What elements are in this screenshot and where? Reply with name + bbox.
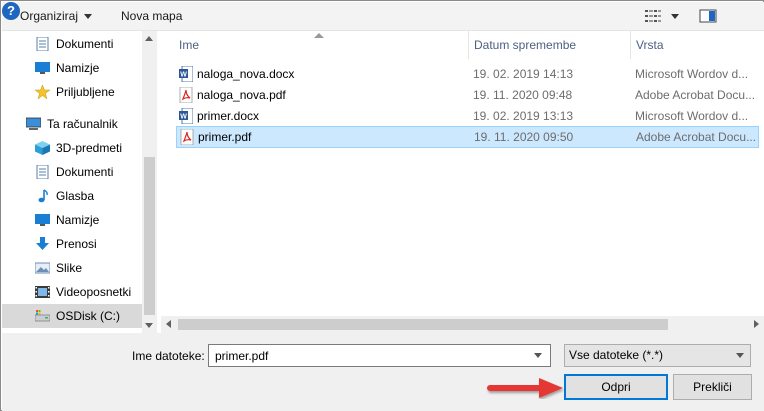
document-icon (36, 37, 49, 51)
nav-scrollbar[interactable] (142, 31, 157, 333)
drive-icon (35, 310, 50, 322)
nav-item-label: Glasba (56, 189, 95, 203)
nav-item-videoposnetki[interactable]: Videoposnetki (2, 280, 142, 304)
file-list: Ime Datum spremembe Vrsta W naloga_nova.… (161, 31, 764, 333)
nav-item-prenosi[interactable]: Prenosi (2, 232, 142, 256)
desktop-icon (35, 62, 50, 74)
new-folder-button[interactable]: Nova mapa (121, 2, 182, 31)
nav-item-slike[interactable]: Slike (2, 256, 142, 280)
nav-item-label: Namizje (56, 61, 100, 75)
scroll-right-arrow-icon[interactable] (754, 320, 759, 328)
svg-text:W: W (180, 114, 187, 121)
desktop-icon (35, 214, 50, 226)
open-button[interactable]: Odpri (564, 374, 668, 400)
open-file-dialog: Organiziraj Nova mapa ? Dokumenti Namizj… (0, 0, 764, 411)
filename-history-dropdown-icon[interactable] (534, 353, 542, 358)
sort-ascending-icon (314, 33, 324, 38)
scroll-up-arrow-icon[interactable] (145, 36, 153, 41)
nav-item-label: Ta računalnik (47, 117, 118, 131)
help-icon[interactable]: ? (2, 2, 20, 20)
scroll-left-arrow-icon[interactable] (166, 320, 171, 328)
video-icon (35, 286, 50, 298)
file-name: naloga_nova.pdf (197, 88, 286, 102)
column-header-date[interactable]: Datum spremembe (469, 31, 631, 59)
music-icon (38, 189, 48, 203)
file-type: Adobe Acrobat Docu... (636, 130, 757, 144)
filename-input[interactable] (208, 344, 551, 367)
download-icon (36, 237, 49, 250)
document-icon (36, 165, 49, 179)
nav-item-label: Videoposnetki (56, 285, 132, 299)
file-row[interactable]: W naloga_nova.docx 19. 02. 2019 14:13 Mi… (176, 63, 759, 85)
preview-pane-icon[interactable] (699, 8, 717, 24)
nav-item-dokumenti-quick[interactable]: Dokumenti (2, 32, 142, 56)
navigation-pane: Dokumenti Namizje Priljubljene Ta računa… (2, 31, 157, 333)
organize-button[interactable]: Organiziraj (20, 2, 93, 31)
nav-scroll-thumb[interactable] (144, 157, 155, 315)
file-list-horizontal-scrollbar[interactable] (161, 316, 764, 333)
file-row[interactable]: W primer.docx 19. 02. 2019 13:13 Microso… (176, 105, 759, 127)
nav-item-label: OSDisk (C:) (56, 309, 120, 323)
file-type: Microsoft Wordov d... (635, 67, 749, 81)
pdf-icon (180, 129, 194, 145)
nav-item-3d-predmeti[interactable]: 3D-predmeti (2, 136, 142, 160)
file-row[interactable]: naloga_nova.pdf 19. 11. 2020 09:48 Adobe… (176, 84, 759, 106)
filter-value: Vse datoteke (*.*) (569, 348, 664, 362)
file-type: Microsoft Wordov d... (635, 109, 749, 123)
filename-label: Ime datoteke: (132, 349, 205, 363)
file-name: naloga_nova.docx (197, 67, 295, 81)
column-header-type[interactable]: Vrsta (631, 31, 761, 59)
file-date: 19. 11. 2020 09:48 (473, 88, 573, 102)
nav-item-dokumenti[interactable]: Dokumenti (2, 160, 142, 184)
cancel-button[interactable]: Prekliči (673, 374, 752, 400)
nav-item-glasba[interactable]: Glasba (2, 184, 142, 208)
toolbar: Organiziraj Nova mapa ? (2, 2, 764, 31)
nav-item-priljubljene[interactable]: Priljubljene (2, 80, 142, 104)
star-icon (35, 85, 50, 99)
nav-item-label: Priljubljene (56, 85, 115, 99)
nav-item-label: Dokumenti (56, 37, 114, 51)
dialog-footer: Ime datoteke: Vse datoteke (*.*) Odpri P… (2, 333, 764, 411)
nav-item-ta-racunalnik[interactable]: Ta računalnik (2, 112, 142, 136)
nav-item-label: Namizje (56, 213, 100, 227)
scroll-down-arrow-icon[interactable] (145, 323, 153, 328)
nav-item-label: Prenosi (56, 237, 97, 251)
word-icon: W (179, 66, 193, 82)
file-date: 19. 11. 2020 09:50 (474, 130, 574, 144)
file-date: 19. 02. 2019 14:13 (473, 67, 574, 81)
cube-icon (35, 141, 50, 155)
nav-item-label: Slike (56, 261, 83, 275)
file-name: primer.docx (197, 109, 260, 123)
computer-icon (26, 117, 41, 130)
file-type-filter-select[interactable]: Vse datoteke (*.*) (564, 344, 751, 367)
organize-label: Organiziraj (20, 9, 79, 23)
red-arrow-annotation-icon (487, 378, 563, 398)
view-dropdown-icon[interactable] (671, 14, 679, 19)
file-type: Adobe Acrobat Docu... (635, 88, 756, 102)
chevron-down-icon (84, 14, 93, 20)
file-name: primer.pdf (198, 130, 252, 144)
chevron-down-icon (736, 353, 744, 358)
nav-item-namizje-quick[interactable]: Namizje (2, 56, 142, 80)
nav-item-osdisk[interactable]: OSDisk (C:) (2, 304, 142, 328)
nav-item-namizje[interactable]: Namizje (2, 208, 142, 232)
pdf-icon (179, 87, 193, 103)
file-date: 19. 02. 2019 13:13 (473, 109, 574, 123)
nav-item-label: Dokumenti (56, 165, 114, 179)
pictures-icon (35, 262, 50, 274)
horizontal-scroll-thumb[interactable] (178, 319, 668, 330)
word-icon: W (179, 108, 193, 124)
file-row-selected[interactable]: primer.pdf 19. 11. 2020 09:50 Adobe Acro… (176, 126, 759, 148)
nav-item-label: 3D-predmeti (56, 141, 123, 155)
view-options-icon[interactable] (644, 8, 662, 24)
svg-text:W: W (180, 72, 187, 79)
